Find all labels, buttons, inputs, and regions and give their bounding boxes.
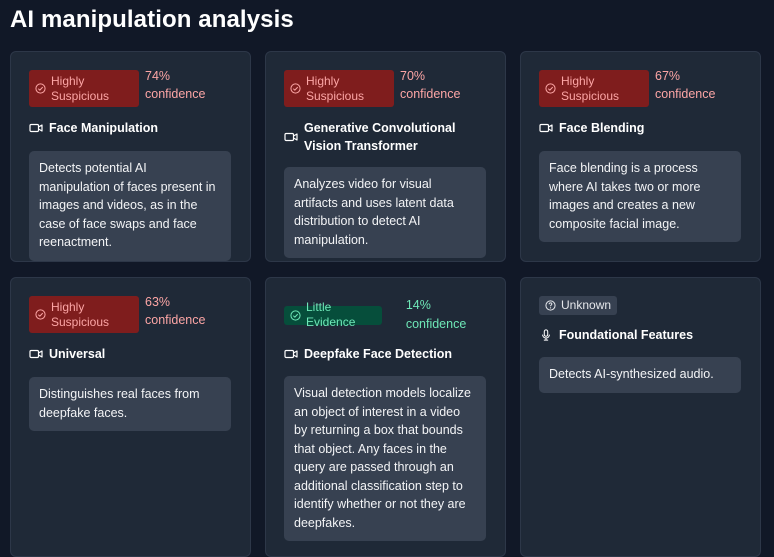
status-badge: Highly Suspicious xyxy=(29,296,139,333)
model-row: Face Blending xyxy=(539,119,742,137)
confidence-value: 63% xyxy=(145,295,171,309)
analysis-card-deepfake-face-detection: Little Evidence 14% confidence Deepfake … xyxy=(265,277,506,557)
analysis-card-face-blending: Highly Suspicious 67% confidence Face Bl… xyxy=(520,51,761,262)
confidence-value: 70% xyxy=(400,69,426,83)
check-circle-icon xyxy=(290,83,301,94)
status-badge-line2: Suspicious xyxy=(51,314,110,329)
model-row: Deepfake Face Detection xyxy=(284,345,487,363)
model-description: Detects AI-synthesized audio. xyxy=(539,357,741,393)
model-name: Generative Convolutional Vision Transfor… xyxy=(304,121,456,153)
model-name: Universal xyxy=(49,347,106,361)
status-row: Little Evidence 14% confidence xyxy=(284,296,487,334)
video-camera-icon xyxy=(29,349,43,359)
status-badge: Highly Suspicious xyxy=(539,70,649,107)
microphone-icon xyxy=(542,329,550,341)
confidence-value: 74% xyxy=(145,69,171,83)
model-name: Foundational Features xyxy=(559,328,694,342)
model-description: Face blending is a process where AI take… xyxy=(539,151,741,242)
status-row: Highly Suspicious 74% confidence xyxy=(29,67,232,107)
video-camera-icon xyxy=(539,123,553,133)
analysis-grid: Highly Suspicious 74% confidence Face Ma… xyxy=(10,51,761,557)
status-badge-line1: Highly xyxy=(306,73,340,88)
page-title: AI manipulation analysis xyxy=(10,6,294,33)
model-row: Universal xyxy=(29,345,232,363)
question-circle-icon xyxy=(545,300,556,311)
analysis-card-face-manipulation: Highly Suspicious 74% confidence Face Ma… xyxy=(10,51,251,262)
confidence-text: 14% confidence xyxy=(405,298,467,331)
analysis-card-generative-convolutional-vision-transformer: Highly Suspicious 70% confidence Generat… xyxy=(265,51,506,262)
model-name: Deepfake Face Detection xyxy=(304,347,452,361)
confidence-value: 67% xyxy=(655,69,681,83)
check-circle-icon xyxy=(35,309,46,320)
model-row: Foundational Features xyxy=(539,326,742,344)
status-badge: Little Evidence xyxy=(284,300,382,329)
model-row: Face Manipulation xyxy=(29,119,232,137)
status-row: Highly Suspicious 70% confidence xyxy=(284,67,487,107)
status-row: Highly Suspicious 63% confidence xyxy=(29,293,232,333)
model-description: Distinguishes real faces from deepfake f… xyxy=(29,377,231,431)
status-badge-line1: Highly xyxy=(561,73,595,88)
status-badge-line1: Highly xyxy=(51,73,85,88)
model-name: Face Manipulation xyxy=(49,121,159,135)
model-description: Analyzes video for visual artifacts and … xyxy=(284,167,486,258)
status-badge: Highly Suspicious xyxy=(284,70,394,107)
video-camera-icon xyxy=(284,132,298,142)
analysis-card-universal: Highly Suspicious 63% confidence Univers… xyxy=(10,277,251,557)
status-badge-line2: Suspicious xyxy=(51,88,110,103)
check-circle-icon xyxy=(545,83,556,94)
confidence-text: 70% confidence xyxy=(400,67,460,103)
status-badge: Highly Suspicious xyxy=(29,70,139,107)
confidence-label: confidence xyxy=(145,87,206,101)
status-row: Highly Suspicious 67% confidence xyxy=(539,67,742,107)
confidence-label: confidence xyxy=(400,87,461,101)
check-circle-icon xyxy=(35,83,46,94)
check-circle-icon xyxy=(290,309,301,321)
status-badge-label: Unknown xyxy=(561,298,612,312)
video-camera-icon xyxy=(29,123,43,133)
model-name: Face Blending xyxy=(559,121,645,135)
analysis-card-foundational-features: Unknown Foundational Features Detects AI… xyxy=(520,277,761,557)
video-camera-icon xyxy=(284,349,298,359)
status-badge-line2: Suspicious xyxy=(561,88,620,103)
confidence-text: 63% confidence xyxy=(145,293,205,329)
confidence-text: 67% confidence xyxy=(655,67,715,103)
status-row: Unknown xyxy=(539,296,742,315)
confidence-text: 74% confidence xyxy=(145,67,205,103)
model-description: Detects potential AI manipulation of fac… xyxy=(29,151,231,261)
status-badge: Unknown xyxy=(539,296,618,315)
model-description: Visual detection models localize an obje… xyxy=(284,376,486,541)
model-row: Generative Convolutional Vision Transfor… xyxy=(284,119,487,155)
confidence-label: confidence xyxy=(145,313,206,327)
status-badge-line1: Highly xyxy=(51,299,85,314)
status-badge-line2: Suspicious xyxy=(306,88,365,103)
status-badge-label: Little Evidence xyxy=(306,300,356,329)
confidence-label: confidence xyxy=(655,87,716,101)
